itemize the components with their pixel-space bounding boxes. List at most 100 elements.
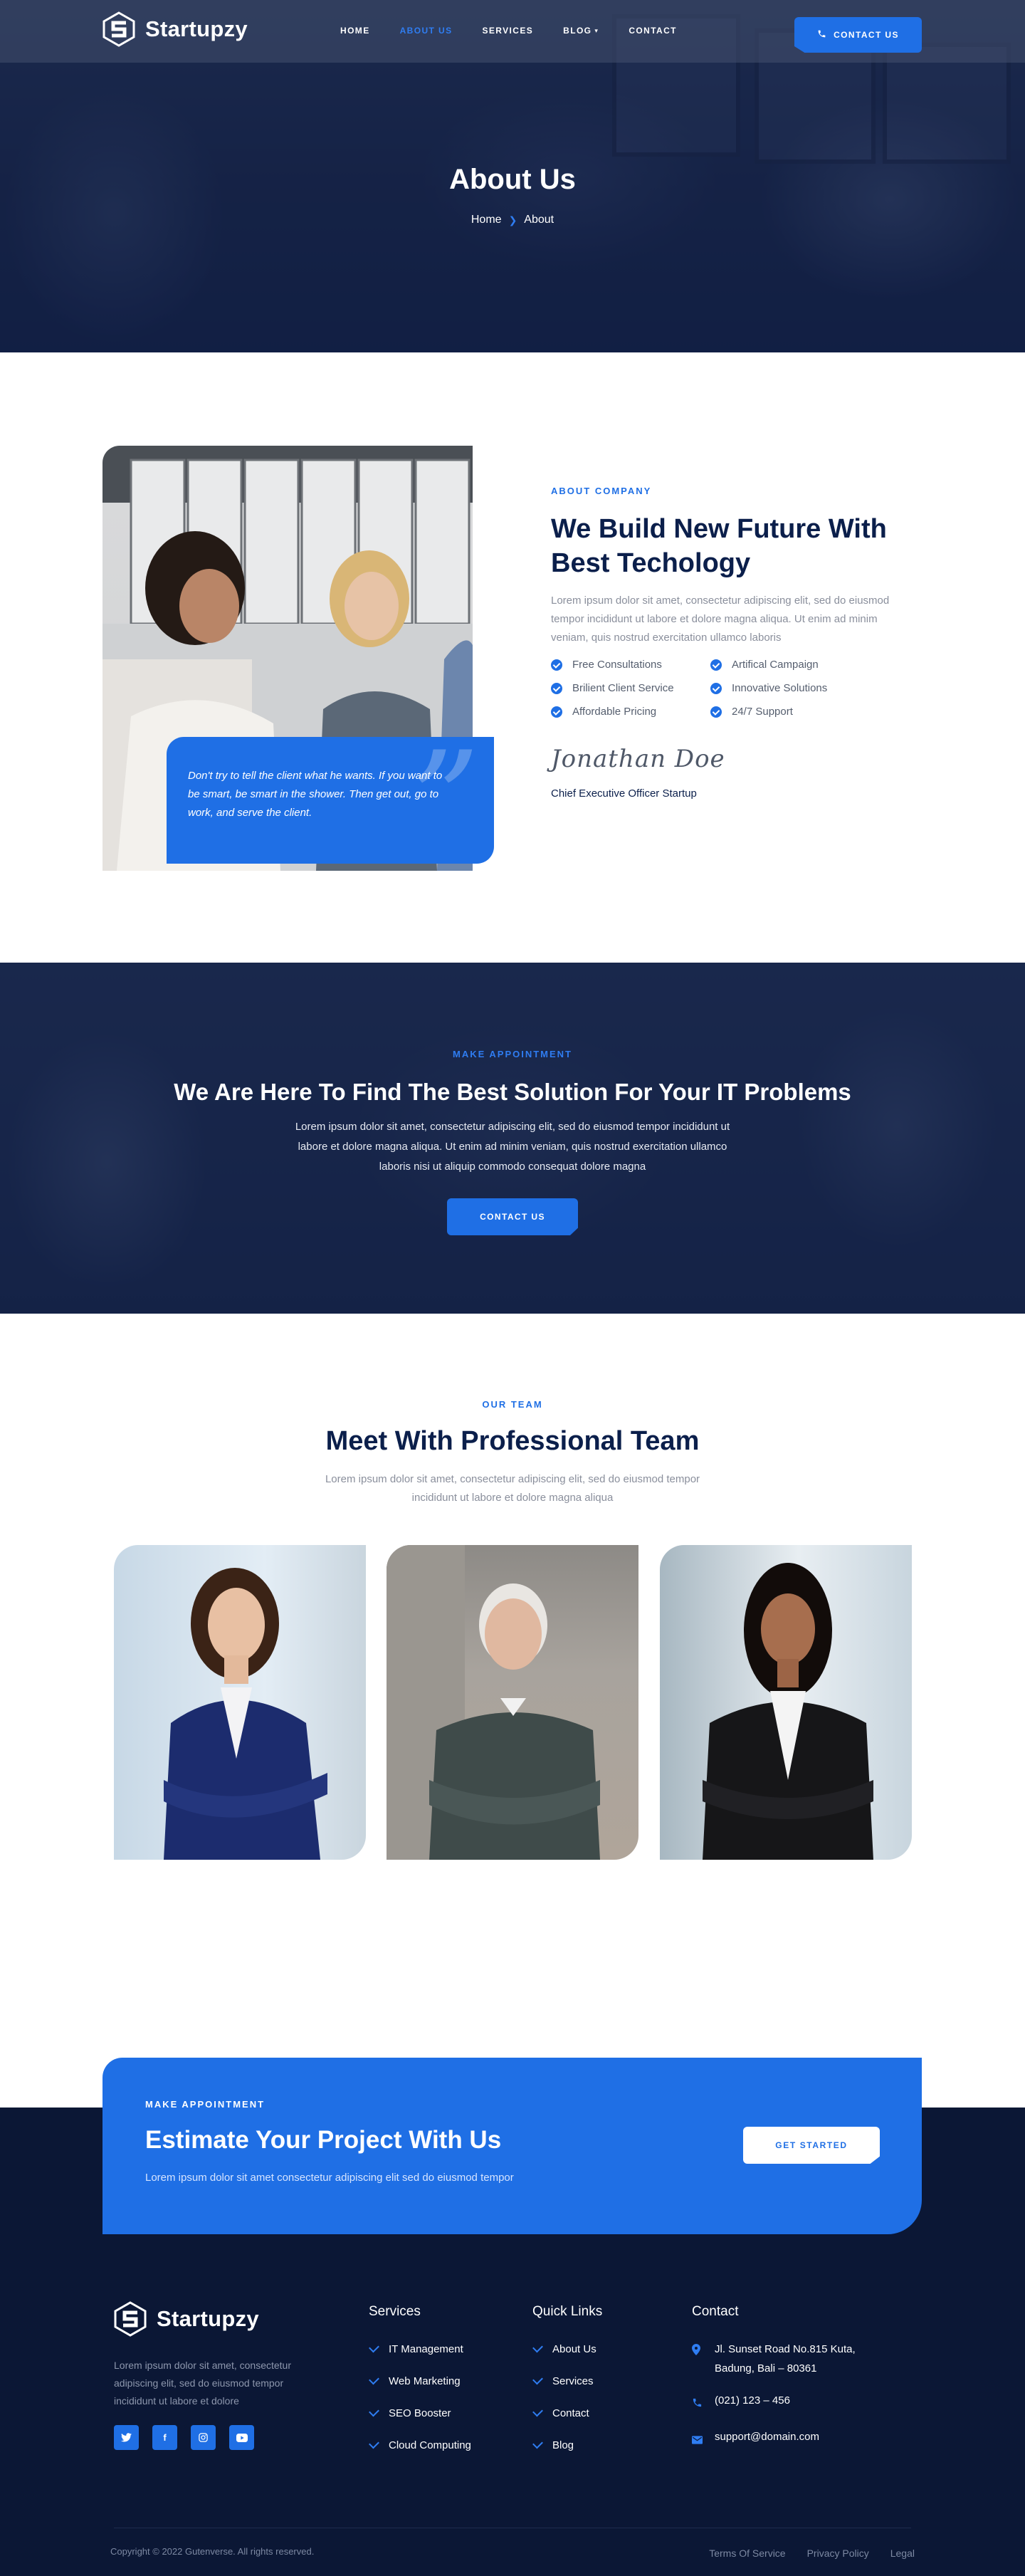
top-navbar: Startupzy HOME ABOUT US SERVICES BLOG ▾ C… <box>0 0 1025 63</box>
main-menu: HOME ABOUT US SERVICES BLOG ▾ CONTACT <box>340 26 707 36</box>
check-icon <box>369 2438 379 2449</box>
feature-item: Artifical Campaign <box>710 659 870 671</box>
instagram-icon[interactable] <box>191 2425 216 2450</box>
team-member-card[interactable] <box>387 1545 638 1860</box>
nav-home[interactable]: HOME <box>340 26 370 36</box>
appointment-text: Lorem ipsum dolor sit amet, consectetur … <box>295 1121 730 1173</box>
check-circle-icon <box>710 682 722 694</box>
footer-service-link[interactable]: Web Marketing <box>369 2374 471 2387</box>
footer-brand-logo[interactable]: Startupzy <box>114 2301 259 2337</box>
feature-list: Free Consultations Artifical Campaign Br… <box>551 659 914 718</box>
site-footer: MAKE APPOINTMENT Estimate Your Project W… <box>0 2058 1025 2576</box>
footer-quick-link[interactable]: Contact <box>532 2406 602 2419</box>
nav-about-us[interactable]: ABOUT US <box>400 26 453 36</box>
feature-item: Affordable Pricing <box>551 706 710 718</box>
footer-service-label: SEO Booster <box>389 2407 451 2419</box>
contact-us-button[interactable]: CONTACT US <box>794 17 922 53</box>
cta-text: Lorem ipsum dolor sit amet consectetur a… <box>145 2172 514 2184</box>
about-content: ABOUT COMPANY We Build New Future With B… <box>551 486 914 800</box>
cta-kicker: MAKE APPOINTMENT <box>145 2099 266 2110</box>
footer-quick-link[interactable]: About Us <box>532 2342 602 2355</box>
cta-banner: MAKE APPOINTMENT Estimate Your Project W… <box>102 2058 922 2234</box>
youtube-icon[interactable] <box>229 2425 254 2450</box>
check-icon <box>369 2406 379 2417</box>
nav-services[interactable]: SERVICES <box>482 26 533 36</box>
nav-blog[interactable]: BLOG ▾ <box>563 26 599 36</box>
phone-icon <box>692 2395 705 2414</box>
facebook-icon[interactable]: f <box>152 2425 177 2450</box>
cta-title: Estimate Your Project With Us <box>145 2126 502 2154</box>
about-text: Lorem ipsum dolor sit amet, consectetur … <box>551 595 890 644</box>
footer-address: Jl. Sunset Road No.815 Kuta, Badung, Bal… <box>692 2342 884 2378</box>
footer-quick-link[interactable]: Blog <box>532 2438 602 2451</box>
check-icon <box>532 2438 543 2449</box>
team-member-photo <box>387 1545 600 1860</box>
get-started-button[interactable]: GET STARTED <box>743 2127 880 2164</box>
page-title: About Us <box>449 164 576 195</box>
breadcrumb: Home ❯ About <box>0 214 1025 226</box>
footer-contact-column: Contact Jl. Sunset Road No.815 Kuta, Bad… <box>692 2304 884 2468</box>
team-member-card[interactable] <box>660 1545 912 1860</box>
footer-quick-link[interactable]: Services <box>532 2374 602 2387</box>
logo-icon <box>114 2301 147 2337</box>
quote-icon: ” <box>410 723 480 880</box>
feature-label: Brilient Client Service <box>572 682 674 694</box>
legal-link[interactable]: Legal <box>890 2548 915 2559</box>
footer-phone-text: (021) 123 – 456 <box>715 2394 790 2407</box>
footer-links-title: Quick Links <box>532 2304 603 2319</box>
check-icon <box>369 2374 379 2385</box>
check-circle-icon <box>710 706 722 718</box>
feature-item: 24/7 Support <box>710 706 870 718</box>
chevron-right-icon: ❯ <box>508 214 517 226</box>
terms-link[interactable]: Terms Of Service <box>709 2548 785 2559</box>
phone-icon <box>817 29 826 41</box>
footer-service-label: Cloud Computing <box>389 2439 471 2451</box>
team-member-photo <box>164 1568 327 1860</box>
footer-service-link[interactable]: Cloud Computing <box>369 2438 471 2451</box>
footer-link-label: Contact <box>552 2407 589 2419</box>
footer-services-title: Services <box>369 2304 421 2319</box>
hero-section: Startupzy HOME ABOUT US SERVICES BLOG ▾ C… <box>0 0 1025 352</box>
appointment-section: MAKE APPOINTMENT We Are Here To Find The… <box>0 963 1025 1314</box>
team-member-card[interactable] <box>114 1545 366 1860</box>
footer-about-text: Lorem ipsum dolor sit amet, consectetur … <box>114 2360 291 2407</box>
team-text: Lorem ipsum dolor sit amet, consectetur … <box>325 1473 700 1504</box>
appointment-contact-button[interactable]: CONTACT US <box>447 1198 578 1235</box>
footer-service-link[interactable]: SEO Booster <box>369 2406 471 2419</box>
check-circle-icon <box>551 706 562 718</box>
privacy-link[interactable]: Privacy Policy <box>807 2548 869 2559</box>
team-member-photo <box>703 1563 873 1860</box>
team-section: OUR TEAM Meet With Professional Team Lor… <box>0 1314 1025 2058</box>
footer-address-text: Jl. Sunset Road No.815 Kuta, Badung, Bal… <box>715 2343 856 2375</box>
footer-link-label: About Us <box>552 2342 596 2355</box>
check-circle-icon <box>710 659 722 671</box>
about-title: We Build New Future With Best Techology <box>551 514 887 578</box>
check-icon <box>532 2342 543 2353</box>
legal-links: Terms Of Service Privacy Policy Legal <box>709 2548 915 2559</box>
footer-link-label: Services <box>552 2375 594 2387</box>
twitter-icon[interactable] <box>114 2425 139 2450</box>
ceo-role: Chief Executive Officer Startup <box>551 787 697 800</box>
breadcrumb-home[interactable]: Home <box>471 214 502 226</box>
ceo-signature: Jonathan Doe <box>551 745 725 773</box>
footer-email[interactable]: support@domain.com <box>692 2431 884 2451</box>
feature-item: Free Consultations <box>551 659 710 671</box>
copyright-text: Copyright © 2022 Gutenverse. All rights … <box>110 2546 315 2557</box>
footer-phone[interactable]: (021) 123 – 456 <box>692 2394 884 2414</box>
footer-quick-links-column: Quick Links About Us Services Contact Bl… <box>532 2304 602 2471</box>
breadcrumb-current: About <box>524 214 554 226</box>
nav-contact[interactable]: CONTACT <box>629 26 677 36</box>
feature-label: Affordable Pricing <box>572 706 657 718</box>
brand-name: Startupzy <box>145 16 248 41</box>
brand-logo[interactable]: Startupzy <box>102 11 248 47</box>
team-kicker: OUR TEAM <box>482 1399 543 1410</box>
footer-email-text: support@domain.com <box>715 2431 819 2443</box>
logo-icon <box>102 11 135 47</box>
check-icon <box>532 2406 543 2417</box>
feature-label: Innovative Solutions <box>732 682 828 694</box>
feature-item: Brilient Client Service <box>551 682 710 694</box>
check-circle-icon <box>551 682 562 694</box>
social-links: f <box>114 2425 254 2450</box>
contact-us-label: CONTACT US <box>834 30 899 40</box>
footer-service-link[interactable]: IT Management <box>369 2342 471 2355</box>
